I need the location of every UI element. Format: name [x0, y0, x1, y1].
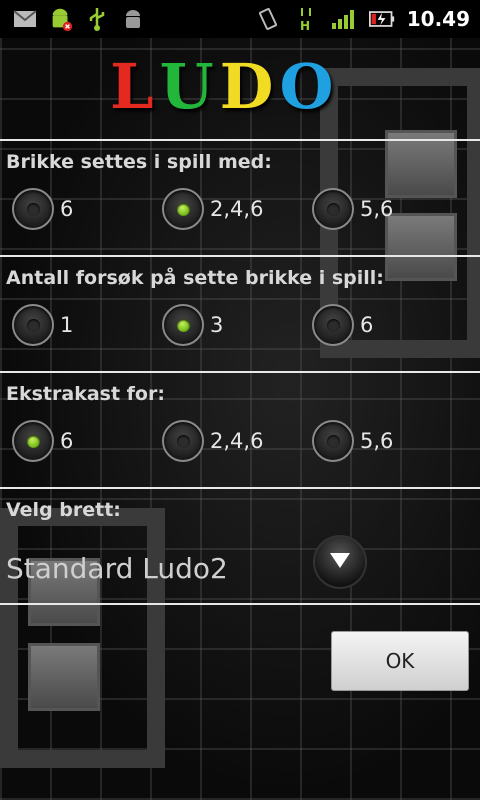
radio-button[interactable] [312, 304, 354, 346]
logo-letter: L [110, 50, 154, 123]
radio-button[interactable] [312, 420, 354, 462]
section-start-piece: Brikke settes i spill med: 6 2,4,6 5,6 [0, 139, 480, 257]
radio-group-extra-roll: 6 2,4,6 5,6 [0, 418, 480, 472]
radio-label: 5,6 [360, 429, 394, 453]
battery-charging-icon [368, 6, 395, 32]
divider [0, 603, 480, 605]
radio-label: 5,6 [360, 197, 394, 221]
usb-icon [84, 6, 110, 32]
hspa-data-icon: H [293, 6, 319, 32]
radio-option[interactable]: 6 [312, 304, 373, 346]
radio-group-attempts: 1 3 6 [0, 302, 480, 356]
gmail-icon [12, 6, 38, 32]
chevron-down-icon [328, 550, 352, 574]
section-title: Velg brett: [6, 499, 121, 521]
radio-button-selected[interactable] [162, 188, 204, 230]
radio-option[interactable]: 5,6 [312, 188, 393, 230]
ok-button[interactable]: OK [331, 631, 469, 691]
radio-label: 6 [60, 197, 74, 221]
radio-option[interactable]: 6 [12, 188, 73, 230]
radio-label: 2,4,6 [210, 429, 264, 453]
section-title: Antall forsøk på sette brikke i spill: [6, 267, 384, 289]
section-title: Brikke settes i spill med: [6, 151, 272, 173]
ludo-logo: L U D O [110, 52, 370, 122]
clock: 10.49 [406, 7, 470, 31]
svg-text:H: H [300, 19, 310, 32]
radio-button[interactable] [162, 420, 204, 462]
logo-letter: O [279, 50, 334, 123]
logo-letter: U [159, 50, 214, 123]
logo-letter: D [219, 50, 274, 123]
android-icon [120, 6, 146, 32]
radio-button-selected[interactable] [162, 304, 204, 346]
radio-option[interactable]: 6 [12, 420, 73, 462]
section-title: Ekstrakast for: [6, 383, 165, 405]
section-board-select: Velg brett: [0, 487, 480, 605]
signal-icon [331, 6, 357, 32]
radio-option[interactable]: 5,6 [312, 420, 393, 462]
board-block [28, 643, 100, 711]
radio-label: 3 [210, 313, 224, 337]
radio-button[interactable] [312, 188, 354, 230]
radio-option[interactable]: 1 [12, 304, 73, 346]
radio-option[interactable]: 2,4,6 [162, 188, 263, 230]
status-bar: H 10.49 [0, 0, 480, 38]
radio-group-start-piece: 6 2,4,6 5,6 [0, 186, 480, 240]
vibrate-icon [255, 6, 281, 32]
radio-option[interactable]: 3 [162, 304, 223, 346]
board-dropdown-button[interactable] [313, 535, 367, 589]
board-select-value[interactable]: Standard Ludo2 [6, 552, 228, 585]
radio-button-selected[interactable] [12, 420, 54, 462]
section-attempts: Antall forsøk på sette brikke i spill: 1… [0, 255, 480, 373]
radio-label: 6 [360, 313, 374, 337]
radio-label: 6 [60, 429, 74, 453]
radio-button[interactable] [12, 304, 54, 346]
radio-label: 1 [60, 313, 74, 337]
radio-button[interactable] [12, 188, 54, 230]
section-extra-roll: Ekstrakast for: 6 2,4,6 5,6 [0, 371, 480, 489]
radio-option[interactable]: 2,4,6 [162, 420, 263, 462]
radio-label: 2,4,6 [210, 197, 264, 221]
android-debug-icon [48, 6, 74, 32]
